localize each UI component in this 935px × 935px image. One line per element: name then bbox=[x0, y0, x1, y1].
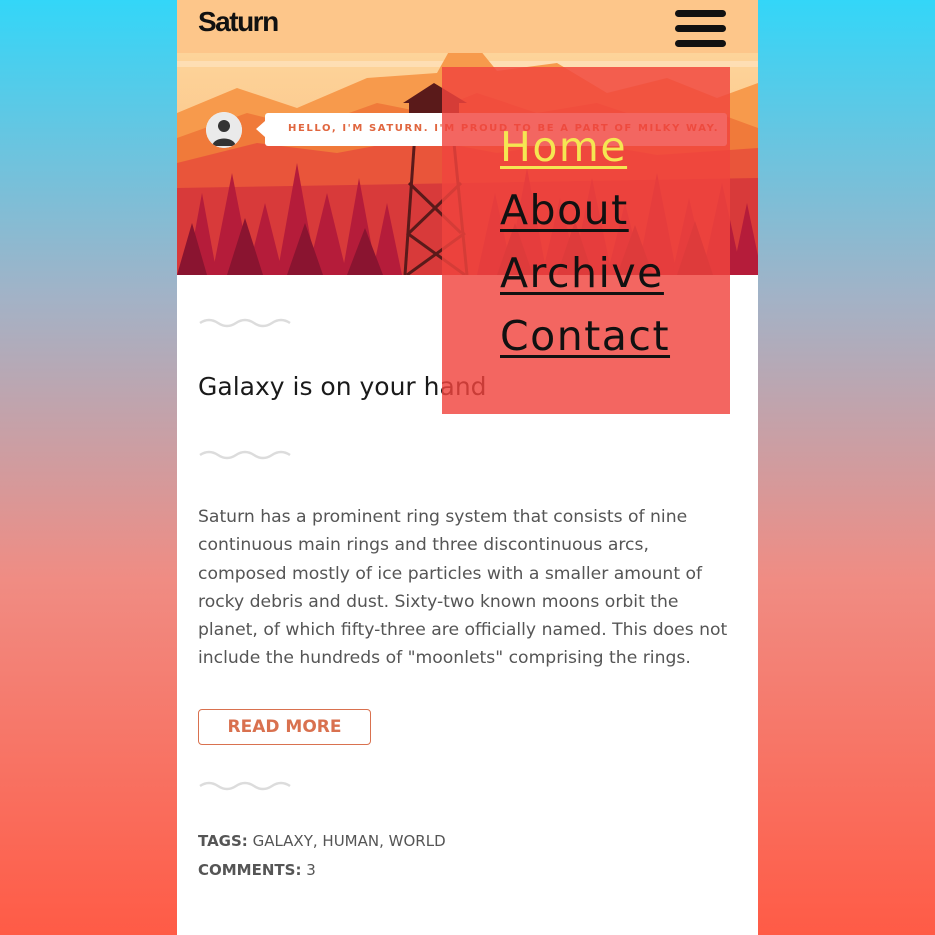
nav-item-home[interactable]: Home bbox=[500, 127, 627, 168]
tag-link[interactable]: WORLD bbox=[389, 832, 446, 850]
hamburger-menu-icon[interactable] bbox=[675, 10, 726, 48]
comments-label: COMMENTS: bbox=[198, 861, 302, 879]
author-avatar bbox=[206, 112, 242, 148]
post-excerpt: Saturn has a prominent ring system that … bbox=[198, 507, 728, 669]
tag-link[interactable]: HUMAN bbox=[322, 832, 379, 850]
site-logo[interactable]: Saturn bbox=[198, 6, 279, 38]
comments-count[interactable]: 3 bbox=[306, 861, 316, 879]
post-tags: TAGS: GALAXY, HUMAN, WORLD bbox=[198, 832, 446, 850]
nav-item-contact[interactable]: Contact bbox=[500, 316, 670, 357]
nav-item-about[interactable]: About bbox=[500, 190, 629, 231]
nav-item-archive[interactable]: Archive bbox=[500, 253, 664, 294]
read-more-button[interactable]: READ MORE bbox=[198, 709, 371, 745]
tag-link[interactable]: GALAXY bbox=[253, 832, 313, 850]
wave-divider bbox=[199, 450, 291, 460]
wave-divider bbox=[199, 781, 291, 791]
wave-divider bbox=[199, 318, 291, 328]
post-comments: COMMENTS: 3 bbox=[198, 861, 316, 879]
tags-label: TAGS: bbox=[198, 832, 248, 850]
top-bar: Saturn bbox=[177, 0, 758, 53]
nav-menu-overlay: Home About Archive Contact bbox=[442, 67, 730, 414]
